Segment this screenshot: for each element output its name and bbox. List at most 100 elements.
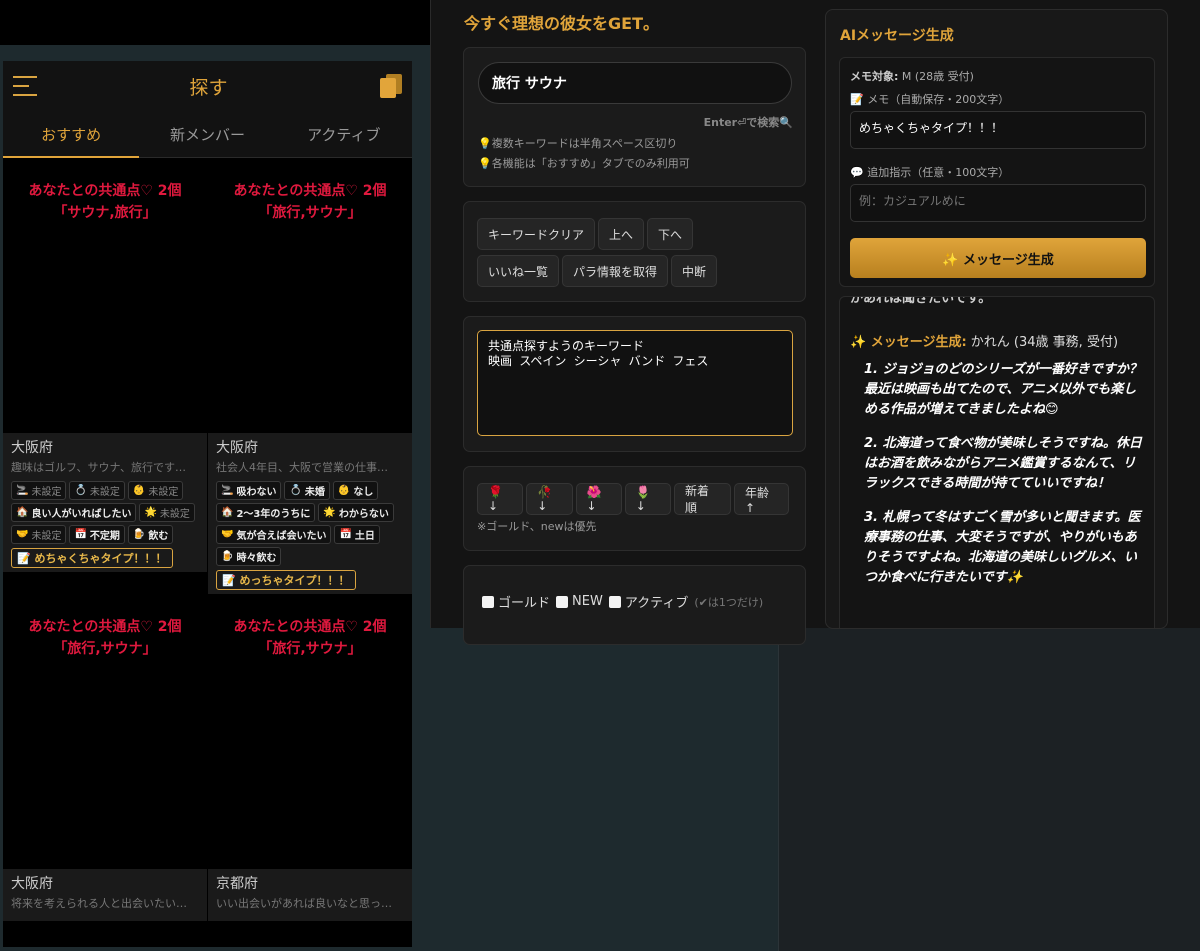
intro-text: 将来を考えられる人と出会いたい… [11, 897, 187, 910]
extra-instruction-input[interactable]: 例：カジュアルめに [850, 184, 1146, 222]
profile-tags: 🚬 吸わない 💍 未婚 👶 なし 🏠 2〜3年のうちに 🌟 わからない 🤝 気が合えば会いたい 📅 土日 🍺… [216, 481, 407, 566]
tab-new-members[interactable]: 新メンバー [139, 111, 275, 157]
tag-icon: 👶 [132, 485, 146, 496]
profile-tag: 🌟 未設定 [139, 503, 195, 522]
sort-section: 🌹↓ 🥀↓ 🌺↓ 🌷↓ 新着順 年齢↑ ※ゴールド、newは優先 [463, 466, 806, 551]
page-title: 探す [189, 76, 228, 99]
abort-button[interactable]: 中断 [671, 255, 718, 287]
profile-tag: 🚬 吸わない [216, 481, 282, 500]
output-label: ✨ メッセージ生成: [850, 335, 967, 350]
profile-tag: 🤝 未設定 [11, 525, 67, 544]
keyword-clear-button[interactable]: キーワードクリア [477, 218, 596, 250]
checkbox-icon [556, 595, 569, 608]
tag-icon: 🏠 [221, 507, 234, 518]
profile-photo[interactable]: あなたとの共通点♡ 2個 「旅行,サウナ」 [208, 158, 412, 433]
active-checkbox[interactable]: アクティブ [608, 592, 688, 611]
intro-text: いい出会いがあれば良いなと思っ… [216, 897, 392, 910]
profile-info: 京都府 いい出会いがあれば良いなと思っ… [208, 869, 412, 921]
sort-wilted-rose-button[interactable]: 🥀↓ [526, 483, 573, 515]
tag-icon: 🏠 [16, 507, 29, 518]
likes-list-button[interactable]: いいね一覧 [477, 255, 560, 287]
checkbox-icon [482, 595, 494, 608]
tag-icon: 🚬 [16, 485, 29, 496]
tag-icon: 📅 [339, 529, 352, 540]
common-keywords-textarea[interactable]: 共通点探すようのキーワード 映画 スペイン シーシャ バンド フェス [477, 330, 793, 436]
action-buttons-section: キーワードクリア 上へ 下へ いいね一覧 パラ情報を取得 中断 [463, 201, 806, 302]
profile-tag: 💍 未設定 [69, 481, 125, 500]
tag-icon: 🌟 [323, 507, 336, 518]
gold-label: ゴールド [498, 596, 551, 611]
profile-photo[interactable]: あなたとの共通点♡ 2個 「旅行,サウナ」 [208, 594, 412, 869]
tag-label: 吸わない [236, 487, 277, 498]
cards-icon[interactable] [379, 74, 402, 98]
output-message-2: 2. 北海道って食べ物が美味しそうですね。休日はお酒を飲みながらアニメ鑑賞するな… [864, 436, 1142, 491]
profile-tag: 💍 未婚 [284, 481, 330, 500]
prefecture: 大阪府 [11, 440, 53, 456]
tag-icon: 🌟 [144, 507, 157, 518]
profile-tag: 🍺 飲む [127, 525, 174, 544]
note-keywords: 💡複数キーワードは半角スペース区切り [478, 137, 678, 150]
memo-input[interactable]: めちゃくちゃタイプ！！！ [850, 111, 1146, 149]
panel-title: 今すぐ理想の彼女をGET。 [464, 14, 659, 33]
tag-icon: 💍 [289, 485, 302, 496]
memo-badge[interactable]: 📝 めっちゃタイプ！！！ [216, 570, 356, 590]
new-checkbox[interactable]: NEW [556, 594, 603, 609]
profile-tag: 👶 未設定 [127, 481, 184, 500]
output-previous-line: かあれは聞きたいです。 [850, 296, 992, 306]
keyword-search-input[interactable]: 旅行 サウナ [478, 62, 792, 104]
profile-card[interactable]: あなたとの共通点♡ 2個 「旅行,サウナ」 大阪府 将来を考えられる人と出会いた… [3, 594, 207, 921]
enter-hint: Enter⏎で検索🔍 [703, 116, 793, 129]
profile-tag: 🏠 2〜3年のうちに [216, 503, 316, 522]
tag-icon: 🚬 [221, 485, 234, 496]
profile-info: 大阪府 将来を考えられる人と出会いたい… [3, 869, 207, 921]
tag-label: 未設定 [31, 531, 62, 542]
profile-tag: 🤝 気が合えば会いたい [216, 525, 332, 544]
intro-text: 趣味はゴルフ、サウナ、旅行です… [11, 461, 187, 474]
sort-tulip-button[interactable]: 🌷↓ [624, 483, 671, 515]
tab-active[interactable]: アクティブ [276, 111, 412, 157]
profile-info: 大阪府 社会人4年目、大阪で営業の仕事… 🚬 吸わない 💍 未婚 👶 なし 🏠 2〜3年のうちに… [208, 433, 412, 594]
memo-label: 📝 メモ（自動保存・200文字） [850, 93, 1010, 106]
scroll-up-button[interactable]: 上へ [598, 218, 645, 250]
tag-label: 不定期 [89, 531, 120, 542]
tab-recommended[interactable]: おすすめ [3, 111, 140, 158]
fetch-para-info-button[interactable]: パラ情報を取得 [562, 255, 669, 287]
sort-note: ※ゴールド、newは優先 [477, 520, 597, 533]
common-points-list: 「旅行,サウナ」 [258, 205, 362, 221]
memo-target-label: メモ対象: [850, 70, 899, 83]
profile-card[interactable]: あなたとの共通点♡ 2個 「旅行,サウナ」 京都府 いい出会いがあれば良いなと思… [208, 594, 412, 921]
profile-card[interactable]: あなたとの共通点♡ 2個 「旅行,サウナ」 大阪府 社会人4年目、大阪で営業の仕… [208, 158, 412, 594]
profile-photo[interactable]: あなたとの共通点♡ 2個 「旅行,サウナ」 [3, 594, 207, 869]
tag-label: 未設定 [89, 487, 120, 498]
note-tab-only: 💡各機能は「おすすめ」タブでのみ利用可 [478, 157, 690, 170]
common-points-list: 「旅行,サウナ」 [53, 641, 157, 657]
profile-tag: 🌟 わからない [318, 503, 394, 522]
tab-bar: おすすめ 新メンバー アクティブ [3, 111, 412, 158]
profile-photo[interactable]: あなたとの共通点♡ 2個 「サウナ,旅行」 [3, 158, 207, 433]
sort-rose-button[interactable]: 🌹↓ [477, 483, 524, 515]
prefecture: 大阪府 [216, 440, 258, 456]
intro-text: 社会人4年目、大阪で営業の仕事… [216, 461, 388, 474]
profile-tag: 📅 不定期 [69, 525, 125, 544]
scroll-down-button[interactable]: 下へ [647, 218, 694, 250]
generate-message-button[interactable]: ✨ メッセージ生成 [850, 238, 1146, 278]
sort-age-button[interactable]: 年齢↑ [733, 483, 789, 515]
profile-card[interactable]: あなたとの共通点♡ 2個 「サウナ,旅行」 大阪府 趣味はゴルフ、サウナ、旅行で… [3, 158, 207, 594]
common-points-list: 「サウナ,旅行」 [53, 205, 157, 221]
common-points-count: あなたとの共通点♡ 2個 [233, 619, 387, 635]
tag-label: 2〜3年のうちに [236, 509, 311, 520]
menu-icon[interactable] [13, 76, 37, 96]
memo-badge[interactable]: 📝 めちゃくちゃタイプ！！！ [11, 548, 173, 568]
profile-info: 大阪府 趣味はゴルフ、サウナ、旅行です… 🚬 未設定 💍 未設定 👶 未設定 🏠 良い人がいれば… [3, 433, 207, 572]
checkbox-icon [608, 595, 621, 608]
profile-tag: 🏠 良い人がいればしたい [11, 503, 137, 522]
sort-hibiscus-button[interactable]: 🌺↓ [575, 483, 622, 515]
app-header: 探す [3, 61, 412, 111]
checkbox-note: (✔は1つだけ) [694, 595, 764, 609]
gold-checkbox[interactable]: ゴールド [482, 592, 550, 611]
tag-label: 良い人がいればしたい [31, 509, 132, 520]
sort-newest-button[interactable]: 新着順 [674, 483, 731, 515]
extra-instruction-label: 💬 追加指示（任意・100文字） [850, 166, 1010, 179]
tag-label: 未設定 [31, 487, 62, 498]
tag-label: 未設定 [148, 487, 179, 498]
